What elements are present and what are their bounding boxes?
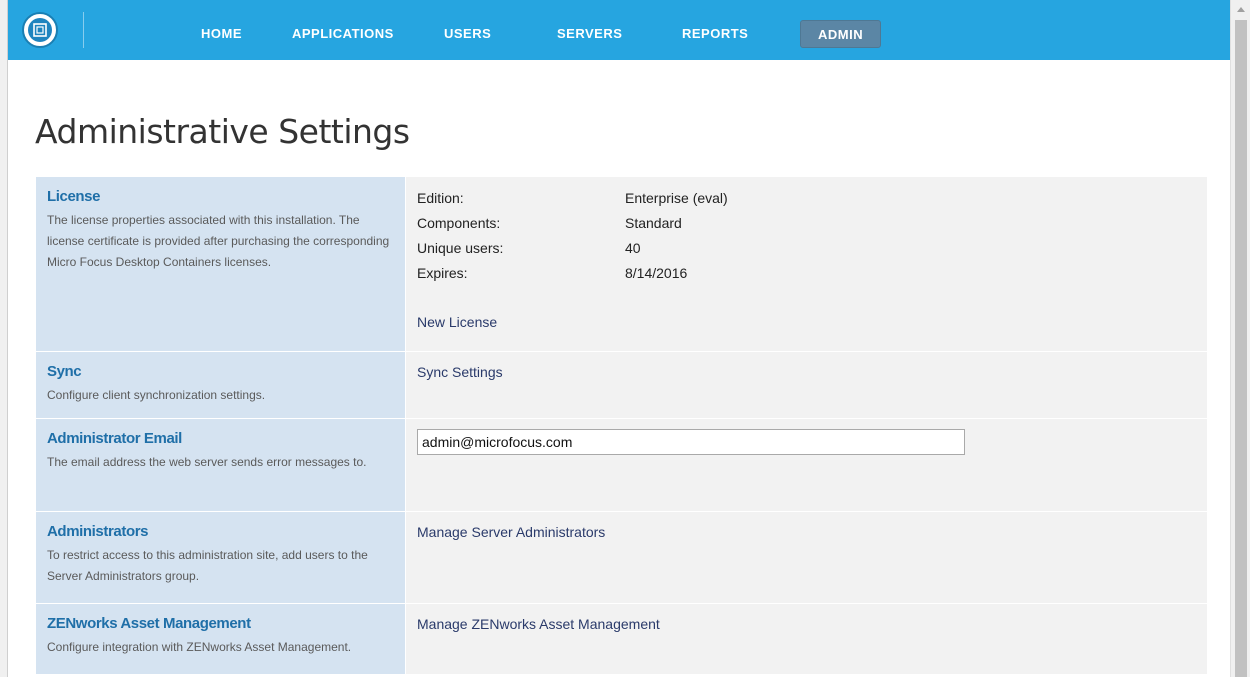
settings-value-cell: Manage ZENworks Asset Management <box>405 604 1207 674</box>
scroll-up-arrow-icon[interactable] <box>1231 0 1250 18</box>
field-label: Unique users: <box>417 240 504 256</box>
nav-item-users[interactable]: USERS <box>444 26 491 41</box>
nav-item-applications[interactable]: APPLICATIONS <box>292 26 394 41</box>
admin-email-input[interactable] <box>417 429 965 455</box>
sync-settings-link[interactable]: Sync Settings <box>417 364 503 380</box>
license-field-edition: Edition: Enterprise (eval) <box>417 189 1207 214</box>
settings-value-cell: Sync Settings <box>405 352 1207 418</box>
manage-server-administrators-link[interactable]: Manage Server Administrators <box>417 524 605 540</box>
license-title: License <box>47 188 101 205</box>
vertical-scrollbar[interactable] <box>1230 0 1250 677</box>
license-description: The license properties associated with t… <box>47 213 390 269</box>
zenworks-title: ZENworks Asset Management <box>47 615 251 632</box>
license-field-unique-users: Unique users: 40 <box>417 239 1207 264</box>
new-license-link[interactable]: New License <box>417 314 497 330</box>
settings-label-cell: Administrator Email The email address th… <box>36 419 405 511</box>
nav-divider <box>83 12 84 48</box>
nav-item-servers[interactable]: SERVERS <box>557 26 622 41</box>
settings-row-license: License The license properties associate… <box>36 177 1207 352</box>
settings-row-admin-email: Administrator Email The email address th… <box>36 419 1207 512</box>
nav-item-home[interactable]: HOME <box>201 26 242 41</box>
administrators-title: Administrators <box>47 523 149 540</box>
settings-label-cell: Administrators To restrict access to thi… <box>36 512 405 603</box>
field-value: 8/14/2016 <box>625 265 688 281</box>
page-title: Administrative Settings <box>35 112 410 151</box>
window-left-border <box>0 0 8 677</box>
zenworks-description: Configure integration with ZENworks Asse… <box>47 640 352 654</box>
field-value: Standard <box>625 215 682 231</box>
field-value: Enterprise (eval) <box>625 190 728 206</box>
logo-icon <box>28 18 52 42</box>
sync-title: Sync <box>47 363 82 380</box>
settings-value-cell: Manage Server Administrators <box>405 512 1207 603</box>
settings-row-administrators: Administrators To restrict access to thi… <box>36 512 1207 604</box>
field-label: Components: <box>417 215 501 231</box>
settings-row-sync: Sync Configure client synchronization se… <box>36 352 1207 419</box>
settings-table: License The license properties associate… <box>36 177 1207 674</box>
nav-item-reports[interactable]: REPORTS <box>682 26 748 41</box>
license-field-expires: Expires: 8/14/2016 <box>417 264 1207 289</box>
scrollbar-thumb[interactable] <box>1235 20 1247 677</box>
settings-value-cell <box>405 419 1207 511</box>
field-value: 40 <box>625 240 641 256</box>
field-label: Expires: <box>417 265 468 281</box>
new-license-wrapper: New License <box>417 314 1207 332</box>
top-navigation-bar: HOME APPLICATIONS USERS SERVERS REPORTS … <box>8 0 1230 60</box>
settings-row-zenworks: ZENworks Asset Management Configure inte… <box>36 604 1207 674</box>
settings-label-cell: ZENworks Asset Management Configure inte… <box>36 604 405 674</box>
license-field-components: Components: Standard <box>417 214 1207 239</box>
admin-email-description: The email address the web server sends e… <box>47 455 367 469</box>
nav-item-admin[interactable]: ADMIN <box>800 20 882 48</box>
settings-label-cell: Sync Configure client synchronization se… <box>36 352 405 418</box>
settings-value-cell: Edition: Enterprise (eval) Components: S… <box>405 177 1207 351</box>
administrators-description: To restrict access to this administratio… <box>47 548 368 583</box>
sync-description: Configure client synchronization setting… <box>47 388 266 402</box>
app-logo[interactable] <box>22 12 58 48</box>
field-label: Edition: <box>417 190 464 206</box>
admin-email-title: Administrator Email <box>47 430 182 447</box>
settings-label-cell: License The license properties associate… <box>36 177 405 351</box>
manage-zenworks-link[interactable]: Manage ZENworks Asset Management <box>417 616 660 632</box>
